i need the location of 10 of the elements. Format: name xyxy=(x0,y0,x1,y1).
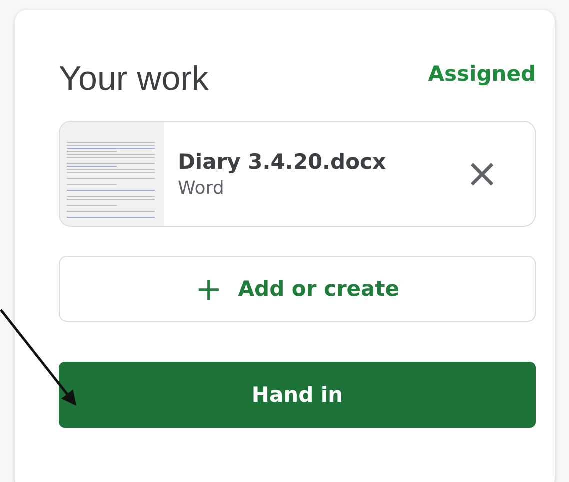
add-or-create-button[interactable]: + Add or create xyxy=(59,256,536,322)
remove-button[interactable]: × xyxy=(461,154,503,194)
status-label: Assigned xyxy=(428,62,536,86)
hand-in-button[interactable]: Hand in xyxy=(59,362,536,428)
add-label: Add or create xyxy=(238,277,400,301)
panel-title: Your work xyxy=(59,60,209,98)
plus-icon: + xyxy=(195,273,222,305)
file-name: Diary 3.4.20.docx xyxy=(178,150,387,174)
attachment-card[interactable]: Diary 3.4.20.docx Word × xyxy=(59,121,536,227)
file-type: Word xyxy=(178,178,226,198)
